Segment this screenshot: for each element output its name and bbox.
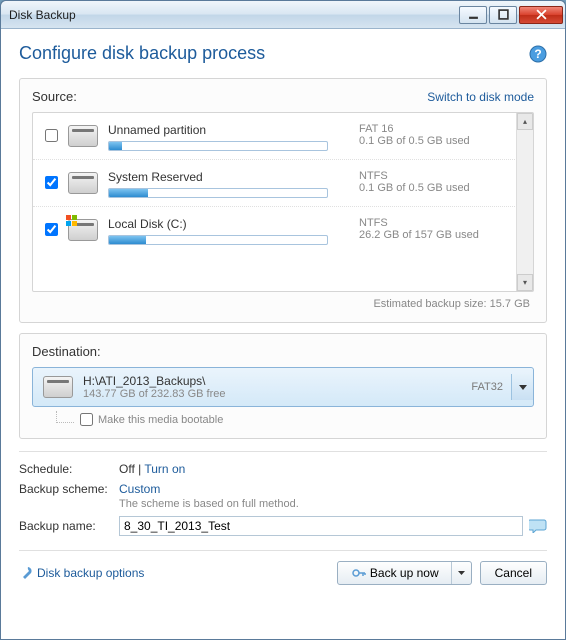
destination-dropdown-button[interactable]: [511, 374, 533, 400]
help-icon[interactable]: ?: [529, 45, 547, 63]
partition-fs: FAT 16: [359, 123, 509, 135]
footer: Disk backup options Back up now Cancel: [19, 550, 547, 585]
bootable-checkbox[interactable]: [80, 413, 93, 426]
key-icon: [352, 566, 366, 580]
settings-area: Schedule: Off | Turn on Backup scheme: C…: [19, 451, 547, 542]
destination-fs: FAT32: [471, 381, 503, 393]
backup-name-label: Backup name:: [19, 519, 119, 533]
svg-text:?: ?: [534, 47, 541, 61]
drive-icon: [43, 376, 73, 398]
backup-now-dropdown[interactable]: [451, 562, 471, 584]
backup-options-link[interactable]: Disk backup options: [19, 566, 144, 580]
tree-connector-icon: [56, 411, 74, 423]
partition-fs: NTFS: [359, 217, 509, 229]
destination-label: Destination:: [32, 344, 534, 359]
destination-section: Destination: H:\ATI_2013_Backups\ 143.77…: [19, 333, 547, 439]
partition-row[interactable]: System Reserved NTFS 0.1 GB of 0.5 GB us…: [33, 160, 533, 207]
partition-list: Unnamed partition FAT 16 0.1 GB of 0.5 G…: [32, 112, 534, 292]
close-button[interactable]: [519, 6, 563, 24]
partition-name: Unnamed partition: [108, 123, 359, 137]
windows-flag-icon: [65, 214, 79, 228]
window-title: Disk Backup: [9, 8, 459, 22]
comment-icon[interactable]: [529, 519, 547, 533]
drive-icon: [68, 172, 98, 194]
scroll-down-icon[interactable]: ▾: [517, 274, 533, 291]
destination-path: H:\ATI_2013_Backups\: [83, 374, 471, 388]
bootable-label: Make this media bootable: [98, 414, 223, 426]
drive-icon: [68, 125, 98, 147]
partition-checkbox[interactable]: [45, 223, 58, 236]
backup-now-button[interactable]: Back up now: [337, 561, 472, 585]
scroll-up-icon[interactable]: ▴: [517, 113, 533, 130]
cancel-button[interactable]: Cancel: [480, 561, 547, 585]
titlebar[interactable]: Disk Backup: [1, 1, 565, 29]
partition-usage: 26.2 GB of 157 GB used: [359, 229, 509, 241]
partition-usage: 0.1 GB of 0.5 GB used: [359, 135, 509, 147]
destination-selector[interactable]: H:\ATI_2013_Backups\ 143.77 GB of 232.83…: [32, 367, 534, 407]
estimated-size: Estimated backup size: 15.7 GB: [32, 292, 534, 312]
schedule-turn-on-link[interactable]: Turn on: [144, 462, 185, 476]
partition-name: Local Disk (C:): [108, 217, 359, 231]
page-title: Configure disk backup process: [19, 43, 529, 64]
partition-checkbox[interactable]: [45, 176, 58, 189]
partition-checkbox[interactable]: [45, 129, 58, 142]
partition-row[interactable]: Local Disk (C:) NTFS 26.2 GB of 157 GB u…: [33, 207, 533, 253]
partition-fs: NTFS: [359, 170, 509, 182]
switch-mode-link[interactable]: Switch to disk mode: [427, 90, 534, 104]
drive-icon: [68, 219, 98, 241]
source-section: Source: Switch to disk mode Unnamed part…: [19, 78, 547, 323]
scheme-label: Backup scheme:: [19, 482, 119, 496]
usage-bar: [108, 188, 328, 198]
partition-name: System Reserved: [108, 170, 359, 184]
schedule-value: Off: [119, 462, 135, 476]
schedule-label: Schedule:: [19, 462, 119, 476]
partition-usage: 0.1 GB of 0.5 GB used: [359, 182, 509, 194]
maximize-button[interactable]: [489, 6, 517, 24]
source-label: Source:: [32, 89, 427, 104]
scheme-link[interactable]: Custom: [119, 482, 160, 496]
scrollbar[interactable]: ▴ ▾: [516, 113, 533, 291]
usage-bar: [108, 235, 328, 245]
wrench-icon: [19, 566, 33, 580]
usage-bar: [108, 141, 328, 151]
app-window: Disk Backup Configure disk backup proces…: [0, 0, 566, 640]
scheme-description: The scheme is based on full method.: [119, 498, 299, 510]
minimize-button[interactable]: [459, 6, 487, 24]
destination-free: 143.77 GB of 232.83 GB free: [83, 388, 471, 400]
partition-row[interactable]: Unnamed partition FAT 16 0.1 GB of 0.5 G…: [33, 113, 533, 160]
backup-name-input[interactable]: [119, 516, 523, 536]
